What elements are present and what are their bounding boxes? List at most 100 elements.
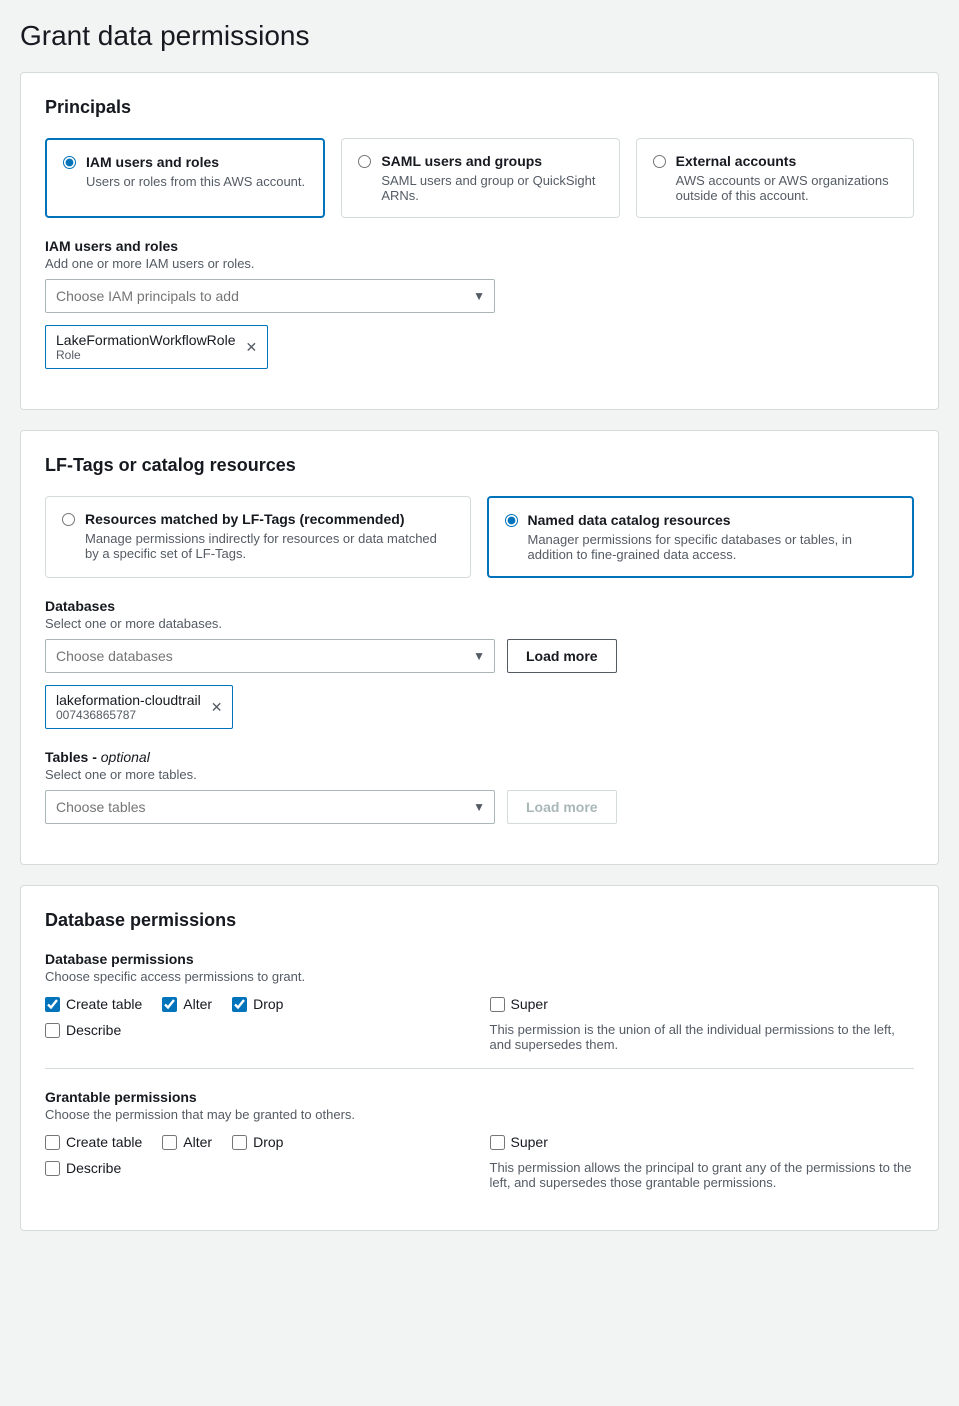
grantable-sublabel: Choose the permission that may be grante…	[45, 1107, 914, 1122]
alter-label: Alter	[183, 996, 212, 1012]
iam-tag-name: LakeFormationWorkflowRole	[56, 332, 235, 348]
g-super-perm: Super	[490, 1134, 915, 1150]
databases-selected-tag: lakeformation-cloudtrail 007436865787 ✕	[45, 685, 233, 729]
g-create-table-checkbox[interactable]	[45, 1135, 60, 1150]
g-create-table-label: Create table	[66, 1134, 142, 1150]
super-perm: Super	[490, 996, 915, 1012]
lf-tags-option[interactable]: Resources matched by LF-Tags (recommende…	[45, 496, 471, 578]
principals-radio-group: IAM users and roles Users or roles from …	[45, 138, 914, 218]
saml-option-desc: SAML users and group or QuickSight ARNs.	[381, 173, 602, 203]
tables-input[interactable]	[45, 790, 495, 824]
describe-perm: Describe	[45, 1022, 121, 1038]
iam-select-row: ▼	[45, 279, 914, 313]
iam-users-roles-option[interactable]: IAM users and roles Users or roles from …	[45, 138, 325, 218]
lf-tags-title: LF-Tags or catalog resources	[45, 455, 914, 476]
lf-tags-section: LF-Tags or catalog resources Resources m…	[20, 430, 939, 865]
databases-input[interactable]	[45, 639, 495, 673]
iam-field-sublabel: Add one or more IAM users or roles.	[45, 256, 914, 271]
external-option-desc: AWS accounts or AWS organizations outsid…	[676, 173, 897, 203]
principals-title: Principals	[45, 97, 914, 118]
g-alter-label: Alter	[183, 1134, 212, 1150]
db-perms-label: Database permissions	[45, 951, 914, 967]
drop-label: Drop	[253, 996, 283, 1012]
g-alter-checkbox[interactable]	[162, 1135, 177, 1150]
db-tag-sub: 007436865787	[56, 708, 201, 722]
tables-load-more-button[interactable]: Load more	[507, 790, 617, 824]
grantable-perms-right: Super This permission allows the princip…	[490, 1134, 915, 1190]
databases-load-more-button[interactable]: Load more	[507, 639, 617, 673]
lf-tags-option-desc: Manage permissions indirectly for resour…	[85, 531, 454, 561]
db-perms-title: Database permissions	[45, 910, 914, 931]
databases-label: Databases	[45, 598, 914, 614]
named-catalog-option[interactable]: Named data catalog resources Manager per…	[487, 496, 915, 578]
external-radio[interactable]	[653, 155, 666, 168]
db-tag-close-icon[interactable]: ✕	[211, 699, 223, 716]
principals-section: Principals IAM users and roles Users or …	[20, 72, 939, 410]
g-drop-label: Drop	[253, 1134, 283, 1150]
alter-checkbox[interactable]	[162, 997, 177, 1012]
drop-checkbox[interactable]	[232, 997, 247, 1012]
db-perms-row-1: Create table Alter Drop	[45, 996, 470, 1012]
iam-select-wrapper: ▼	[45, 279, 495, 313]
databases-select-wrapper: ▼	[45, 639, 495, 673]
grantable-perms-row-2: Describe	[45, 1160, 470, 1176]
named-catalog-desc: Manager permissions for specific databas…	[528, 532, 897, 562]
g-super-label: Super	[511, 1134, 548, 1150]
databases-select-row: ▼ Load more	[45, 639, 914, 673]
grantable-perms-field: Grantable permissions Choose the permiss…	[45, 1089, 914, 1190]
iam-field-section: IAM users and roles Add one or more IAM …	[45, 238, 914, 369]
db-perms-row-2: Describe	[45, 1022, 470, 1038]
db-perms-grid: Create table Alter Drop Describe	[45, 996, 914, 1052]
create-table-perm: Create table	[45, 996, 142, 1012]
describe-label: Describe	[66, 1022, 121, 1038]
tables-select-row: ▼ Load more	[45, 790, 914, 824]
db-perms-left: Create table Alter Drop Describe	[45, 996, 470, 1052]
db-perms-field: Database permissions Choose specific acc…	[45, 951, 914, 1052]
iam-radio[interactable]	[63, 156, 76, 169]
lf-tags-option-label: Resources matched by LF-Tags (recommende…	[85, 511, 454, 527]
grantable-perms-row-1: Create table Alter Drop	[45, 1134, 470, 1150]
describe-checkbox[interactable]	[45, 1023, 60, 1038]
db-perms-sublabel: Choose specific access permissions to gr…	[45, 969, 914, 984]
iam-option-label: IAM users and roles	[86, 154, 305, 170]
saml-option-label: SAML users and groups	[381, 153, 602, 169]
alter-perm: Alter	[162, 996, 212, 1012]
db-tag-name: lakeformation-cloudtrail	[56, 692, 201, 708]
g-describe-checkbox[interactable]	[45, 1161, 60, 1176]
g-alter-perm: Alter	[162, 1134, 212, 1150]
iam-selected-tag: LakeFormationWorkflowRole Role ✕	[45, 325, 268, 369]
tables-field-section: Tables - optional Select one or more tab…	[45, 749, 914, 824]
grantable-perms-grid: Create table Alter Drop Describe	[45, 1134, 914, 1190]
databases-sublabel: Select one or more databases.	[45, 616, 914, 631]
iam-principals-input[interactable]	[45, 279, 495, 313]
tables-select-wrapper: ▼	[45, 790, 495, 824]
db-perms-right: Super This permission is the union of al…	[490, 996, 915, 1052]
lf-tags-radio-group: Resources matched by LF-Tags (recommende…	[45, 496, 914, 578]
g-describe-label: Describe	[66, 1160, 121, 1176]
g-describe-perm: Describe	[45, 1160, 121, 1176]
lf-tags-radio[interactable]	[62, 513, 75, 526]
tables-sublabel: Select one or more tables.	[45, 767, 914, 782]
iam-option-desc: Users or roles from this AWS account.	[86, 174, 305, 189]
database-permissions-section: Database permissions Database permission…	[20, 885, 939, 1231]
g-drop-checkbox[interactable]	[232, 1135, 247, 1150]
named-catalog-label: Named data catalog resources	[528, 512, 897, 528]
g-super-desc: This permission allows the principal to …	[490, 1160, 915, 1190]
databases-field-section: Databases Select one or more databases. …	[45, 598, 914, 729]
super-checkbox[interactable]	[490, 997, 505, 1012]
named-catalog-radio[interactable]	[505, 514, 518, 527]
iam-tag-sub: Role	[56, 348, 235, 362]
g-super-checkbox[interactable]	[490, 1135, 505, 1150]
iam-tag-close-icon[interactable]: ✕	[245, 339, 257, 356]
saml-users-groups-option[interactable]: SAML users and groups SAML users and gro…	[341, 138, 619, 218]
tables-label: Tables - optional	[45, 749, 914, 765]
create-table-checkbox[interactable]	[45, 997, 60, 1012]
iam-field-label: IAM users and roles	[45, 238, 914, 254]
g-create-table-perm: Create table	[45, 1134, 142, 1150]
saml-radio[interactable]	[358, 155, 371, 168]
external-accounts-option[interactable]: External accounts AWS accounts or AWS or…	[636, 138, 914, 218]
g-drop-perm: Drop	[232, 1134, 283, 1150]
grantable-perms-left: Create table Alter Drop Describe	[45, 1134, 470, 1190]
tables-optional-text: optional	[101, 749, 150, 765]
divider	[45, 1068, 914, 1069]
